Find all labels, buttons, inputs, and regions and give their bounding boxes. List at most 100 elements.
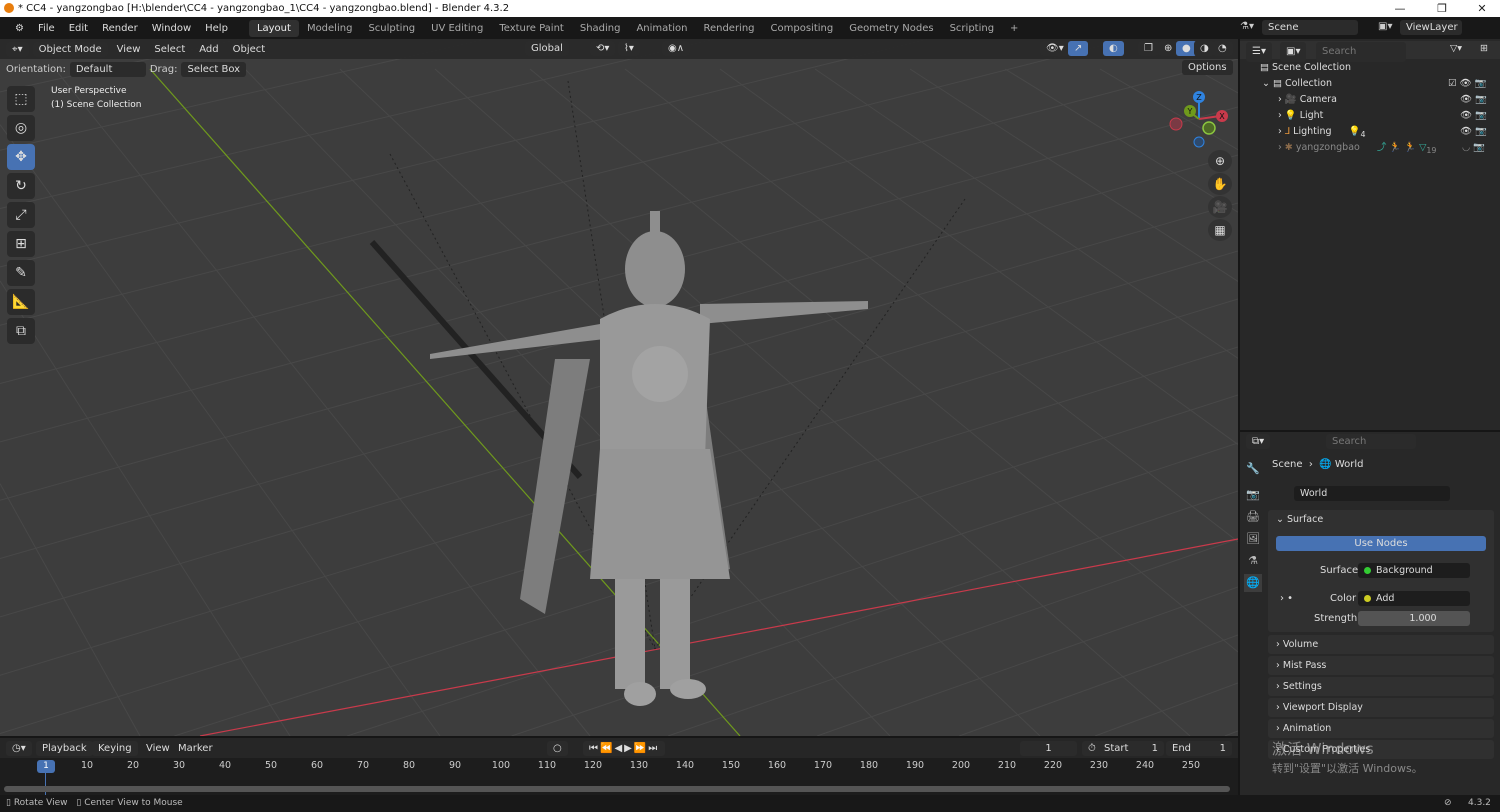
- tab-scripting[interactable]: Scripting: [942, 20, 1002, 37]
- menu-render[interactable]: Render: [95, 23, 145, 34]
- view-layer-tab-icon[interactable]: 🖼: [1244, 530, 1262, 548]
- tab-uv-editing[interactable]: UV Editing: [423, 20, 491, 37]
- strength-field[interactable]: 1.000: [1358, 611, 1470, 626]
- scene-tab-icon[interactable]: ⚗: [1244, 552, 1262, 570]
- outliner-collection[interactable]: ⌄ ▤ Collection ☑ 👁 📷: [1240, 76, 1500, 92]
- tab-layout[interactable]: Layout: [248, 19, 299, 37]
- viewport-display-panel[interactable]: › Viewport Display: [1268, 698, 1494, 717]
- filter-icon[interactable]: ▽▾: [1450, 41, 1462, 57]
- menu-object[interactable]: Object: [228, 42, 271, 57]
- eye-closed-icon[interactable]: ◡ 📷: [1462, 140, 1485, 156]
- drag-selector[interactable]: Select Box: [181, 61, 247, 77]
- marker-menu[interactable]: Marker: [178, 743, 213, 754]
- color-input-field[interactable]: Add: [1358, 591, 1470, 606]
- world-tab-icon[interactable]: 🌐: [1244, 574, 1262, 592]
- editor-type-button[interactable]: ⌖▾: [6, 41, 29, 57]
- move-tool-icon[interactable]: ✥: [7, 144, 35, 170]
- properties-search-input[interactable]: Search: [1326, 434, 1416, 449]
- expand-color-icon[interactable]: › •: [1280, 593, 1293, 604]
- new-collection-icon[interactable]: ⊞: [1480, 41, 1488, 57]
- overlay-toggle-icon[interactable]: ◐: [1103, 41, 1124, 56]
- editor-type-button[interactable]: ⧉▾: [1246, 434, 1271, 449]
- close-button[interactable]: ✕: [1462, 0, 1500, 17]
- editor-type-button[interactable]: ◷▾: [6, 741, 32, 756]
- annotate-tool-icon[interactable]: ✎: [7, 260, 35, 286]
- view-layer-selector[interactable]: ViewLayer: [1400, 20, 1462, 35]
- visibility-icon[interactable]: 👁▾: [1040, 41, 1070, 56]
- pan-hand-icon[interactable]: ✋: [1208, 173, 1232, 195]
- end-frame-field[interactable]: End 1: [1166, 741, 1232, 756]
- start-frame-field[interactable]: Start 1: [1098, 741, 1164, 756]
- zoom-icon[interactable]: ⊕: [1208, 150, 1232, 172]
- proportional-edit-icon[interactable]: ◉∧: [662, 41, 691, 56]
- menu-select[interactable]: Select: [149, 42, 190, 57]
- scale-tool-icon[interactable]: ⤢: [7, 202, 35, 228]
- display-mode-icon[interactable]: ☰▾: [1246, 42, 1272, 62]
- ortho-grid-icon[interactable]: ▦: [1208, 219, 1232, 241]
- outliner-scene-collection[interactable]: ▤ Scene Collection: [1240, 60, 1500, 76]
- view-menu[interactable]: View: [146, 743, 170, 754]
- gizmo-toggle-icon[interactable]: ↗: [1068, 41, 1089, 56]
- current-frame-field[interactable]: 1: [1020, 741, 1077, 756]
- eye-icon[interactable]: 👁 📷: [1460, 124, 1487, 140]
- 3d-viewport[interactable]: ⌖▾ Object Mode View Select Add Object Gl…: [0, 39, 1238, 736]
- xray-toggle-icon[interactable]: ❐: [1138, 41, 1159, 56]
- render-tab-icon[interactable]: 📷: [1244, 486, 1262, 504]
- tab-animation[interactable]: Animation: [628, 20, 695, 37]
- snap-icon[interactable]: ⌇▾: [618, 41, 640, 56]
- transform-tool-icon[interactable]: ⊞: [7, 231, 35, 257]
- timeline-scrollbar[interactable]: [4, 786, 1230, 792]
- add-cube-tool-icon[interactable]: ⧉: [7, 318, 35, 344]
- maximize-button[interactable]: ❐: [1422, 0, 1462, 17]
- menu-edit[interactable]: Edit: [62, 23, 95, 34]
- tab-compositing[interactable]: Compositing: [763, 20, 842, 37]
- surface-shader-field[interactable]: Background: [1358, 563, 1470, 578]
- rotate-tool-icon[interactable]: ↻: [7, 173, 35, 199]
- visibility-checkbox[interactable]: ☑ 👁 📷: [1448, 76, 1486, 92]
- tab-texture-paint[interactable]: Texture Paint: [491, 20, 572, 37]
- select-box-tool-icon[interactable]: ⬚: [7, 86, 35, 112]
- playhead[interactable]: 1: [37, 760, 55, 773]
- blender-menu-icon[interactable]: ⚙: [8, 23, 31, 34]
- outliner-item-yangzongbao[interactable]: › ✱ yangzongbao ⤴ 🏃 🏃 ▽19 ◡ 📷: [1240, 140, 1500, 156]
- animation-panel[interactable]: › Animation: [1268, 719, 1494, 738]
- outliner-item-light[interactable]: › 💡 Light 👁 📷: [1240, 108, 1500, 124]
- camera-view-icon[interactable]: 🎥: [1208, 196, 1232, 218]
- options-button[interactable]: Options: [1182, 60, 1233, 75]
- mist-pass-panel[interactable]: › Mist Pass: [1268, 656, 1494, 675]
- playback-controls[interactable]: ⏮⏪◀▶⏩⏭: [583, 741, 666, 756]
- settings-panel[interactable]: › Settings: [1268, 677, 1494, 696]
- outliner-item-camera[interactable]: › 🎥 Camera 👁 📷: [1240, 92, 1500, 108]
- auto-keying-toggle[interactable]: ○: [547, 741, 568, 756]
- world-name-field[interactable]: World: [1294, 486, 1450, 501]
- volume-panel[interactable]: › Volume: [1268, 635, 1494, 654]
- use-nodes-button[interactable]: Use Nodes: [1276, 536, 1486, 551]
- keying-menu[interactable]: Keying: [92, 741, 138, 756]
- filter-scene-icon[interactable]: ▣▾: [1280, 42, 1307, 62]
- add-workspace-button[interactable]: +: [1002, 20, 1026, 37]
- outliner-search-input[interactable]: Search: [1316, 42, 1406, 62]
- rendered-shading-icon[interactable]: ◔: [1212, 41, 1233, 56]
- menu-window[interactable]: Window: [145, 23, 198, 34]
- playback-menu[interactable]: Playback: [36, 741, 93, 756]
- mode-selector[interactable]: Object Mode: [32, 41, 108, 57]
- tab-rendering[interactable]: Rendering: [695, 20, 762, 37]
- navigation-gizmo[interactable]: Z X Y: [1165, 86, 1235, 148]
- menu-help[interactable]: Help: [198, 23, 235, 34]
- tab-geometry-nodes[interactable]: Geometry Nodes: [841, 20, 941, 37]
- tab-modeling[interactable]: Modeling: [299, 20, 361, 37]
- cursor-tool-icon[interactable]: ◎: [7, 115, 35, 141]
- tab-sculpting[interactable]: Sculpting: [360, 20, 423, 37]
- pivot-point-icon[interactable]: ⟲▾: [590, 41, 616, 56]
- eye-icon[interactable]: 👁 📷: [1460, 92, 1487, 108]
- outliner-item-lighting[interactable]: › ⅃ Lighting 💡4 👁 📷: [1240, 124, 1500, 140]
- measure-tool-icon[interactable]: 📐: [7, 289, 35, 315]
- tool-tab-icon[interactable]: 🔧: [1244, 460, 1262, 478]
- minimize-button[interactable]: —: [1380, 0, 1420, 17]
- eye-icon[interactable]: 👁 📷: [1460, 108, 1487, 124]
- scene-selector[interactable]: Scene: [1262, 20, 1358, 35]
- transform-orientation-selector[interactable]: Global: [525, 41, 569, 56]
- tab-shading[interactable]: Shading: [572, 20, 629, 37]
- orientation-selector[interactable]: Default: [69, 61, 146, 77]
- output-tab-icon[interactable]: 🖨: [1244, 508, 1262, 526]
